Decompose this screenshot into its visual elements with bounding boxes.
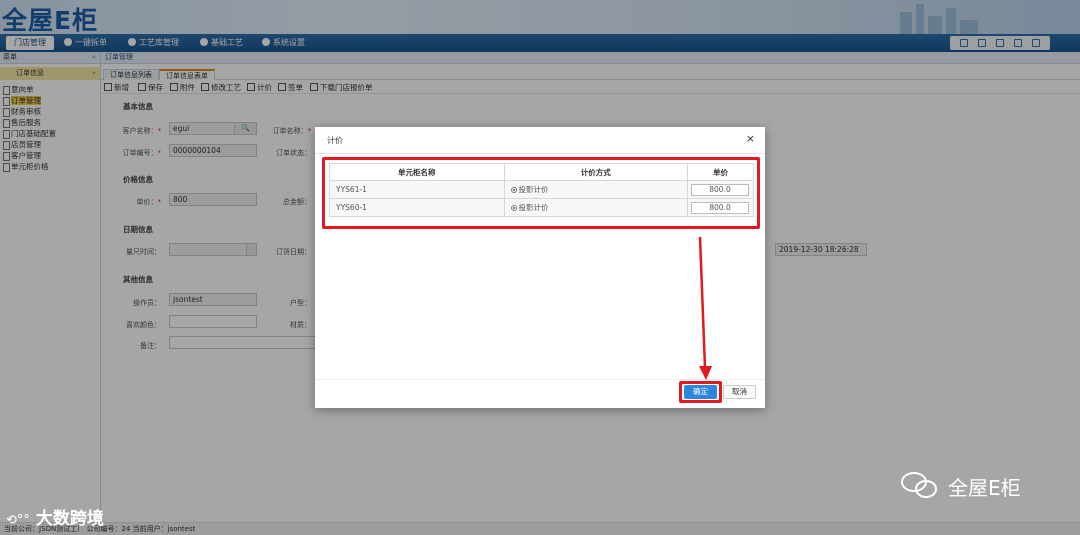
- highlight-box-confirm: [679, 381, 722, 403]
- pricing-dialog: 计价 × 单元柜名称 计价方式 单价 YYS61-1 投影计价 800.0 YY…: [315, 127, 765, 408]
- dialog-title: 计价: [327, 136, 343, 145]
- dialog-divider: [315, 153, 765, 154]
- watermark-left-text: 大数跨境: [35, 509, 104, 529]
- close-icon[interactable]: ×: [746, 132, 755, 145]
- watermark-right: 全屋E柜: [948, 476, 1021, 500]
- watermark-left: ⟲°° 大数跨境: [6, 504, 104, 529]
- dialog-footer-divider: [315, 379, 765, 380]
- highlight-box-table: [322, 157, 760, 229]
- cancel-button[interactable]: 取消: [723, 385, 756, 399]
- watermark-logo-icon: ⟲°°: [6, 513, 30, 528]
- wechat-icon: [901, 472, 937, 498]
